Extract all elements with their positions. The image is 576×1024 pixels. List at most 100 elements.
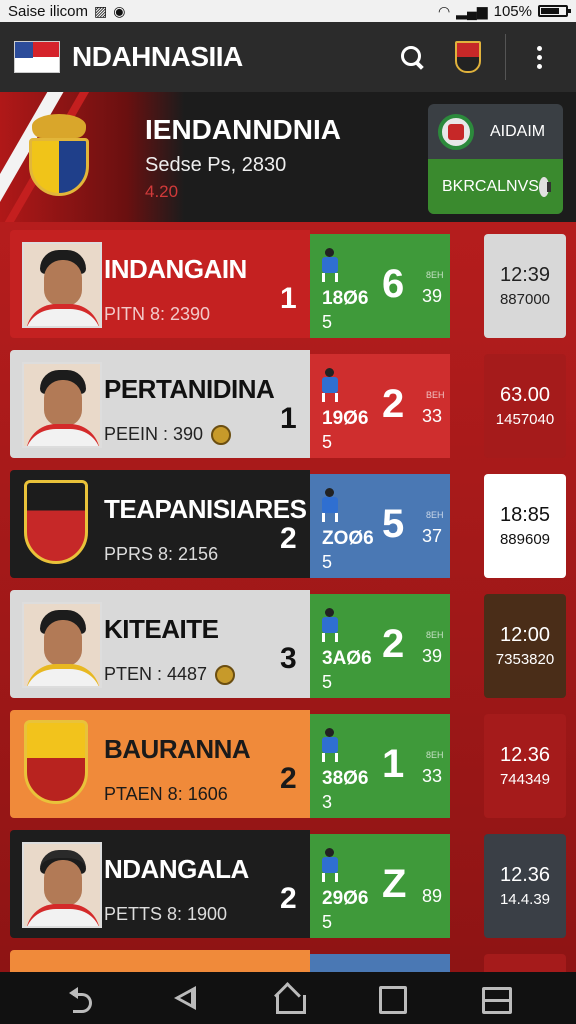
score-year-sub: 5 bbox=[322, 432, 333, 452]
time-panel[interactable] bbox=[484, 954, 566, 972]
time-panel[interactable]: 12.36 744349 bbox=[484, 714, 566, 818]
more-options-button[interactable] bbox=[516, 34, 562, 80]
signal-icon: ▂▄▆ bbox=[456, 2, 488, 19]
score-value: 1 bbox=[382, 742, 405, 786]
player-avatar bbox=[22, 242, 102, 328]
hero-card-action[interactable]: BKRCALNVS bbox=[428, 159, 563, 214]
player-avatar bbox=[22, 362, 102, 448]
player-figure-icon bbox=[318, 488, 342, 526]
battery-icon bbox=[538, 5, 571, 17]
crest-icon bbox=[455, 41, 481, 73]
team-list: INDANGAIN PITN 8: 2390 1 18Ø6 5 6 8EH 39 12:39 88… bbox=[0, 222, 576, 972]
search-button[interactable] bbox=[389, 34, 435, 80]
back-triangle-icon[interactable] bbox=[170, 983, 200, 1013]
flag-icon bbox=[14, 41, 60, 73]
score-points: 33 bbox=[422, 766, 443, 786]
score-panel[interactable]: 3AØ6 5 2 8EH 39 bbox=[310, 594, 450, 698]
match-time: 12:00 bbox=[499, 624, 551, 646]
score-tiny-label: BEH bbox=[426, 390, 445, 400]
team-rank: 3 bbox=[280, 642, 297, 675]
match-time: 63.00 bbox=[499, 384, 551, 406]
score-value: 6 bbox=[382, 262, 405, 306]
wifi-icon: ◠ bbox=[437, 2, 451, 19]
team-card[interactable]: TEAPANISIARES PPRS 8: 2156 2 ZOØ6 5 5 8EH 37 18:… bbox=[10, 470, 566, 578]
score-points: 39 bbox=[422, 646, 443, 666]
match-time-sub: 1457040 bbox=[495, 411, 555, 428]
hero-title: IENDANNDNIA bbox=[145, 114, 341, 145]
score-points: 89 bbox=[422, 886, 443, 906]
score-panel[interactable]: 29Ø6 5 Z 89 bbox=[310, 834, 450, 938]
team-points: PTAEN 8: 1606 bbox=[104, 784, 228, 805]
team-points-text: PTAEN 8: 1606 bbox=[104, 784, 228, 804]
score-panel[interactable]: ZOØ6 5 5 8EH 37 bbox=[310, 474, 450, 578]
player-figure-icon bbox=[318, 728, 342, 766]
time-panel[interactable]: 12.36 14.4.39 bbox=[484, 834, 566, 938]
player-figure-icon bbox=[318, 848, 342, 886]
score-panel[interactable] bbox=[310, 954, 450, 972]
player-figure-icon bbox=[318, 248, 342, 286]
team-points-text: PPRS 8: 2156 bbox=[104, 544, 219, 564]
time-panel[interactable]: 12:00 7353820 bbox=[484, 594, 566, 698]
club-crest-icon bbox=[24, 720, 88, 804]
team-card[interactable]: INDANGAIN PITN 8: 2390 1 18Ø6 5 6 8EH 39 12:39 88… bbox=[10, 230, 566, 338]
app-title: NDAHNASIIA bbox=[72, 41, 243, 72]
team-name: NDANGALA bbox=[104, 854, 249, 884]
time-panel[interactable]: 12:39 887000 bbox=[484, 234, 566, 338]
club-badge-icon bbox=[438, 113, 474, 150]
score-year-sub: 5 bbox=[322, 912, 333, 932]
match-time-sub: 7353820 bbox=[495, 651, 555, 668]
team-crest-button[interactable] bbox=[445, 34, 491, 80]
team-name: PERTANIDINA bbox=[104, 374, 275, 404]
carrier-label: Saise ilicom bbox=[8, 2, 89, 20]
system-nav-bar bbox=[0, 972, 576, 1024]
team-points-text: PEEIN : 390 bbox=[104, 424, 204, 444]
coin-icon bbox=[215, 665, 236, 686]
time-panel[interactable]: 18:85 889609 bbox=[484, 474, 566, 578]
team-card[interactable]: NDANGALA PETTS 8: 1900 2 29Ø6 5 Z 89 12.36 14.4.… bbox=[10, 830, 566, 938]
time-panel[interactable]: 63.00 1457040 bbox=[484, 354, 566, 458]
info-icon bbox=[538, 176, 552, 197]
score-panel[interactable]: 38Ø6 3 1 8EH 33 bbox=[310, 714, 450, 818]
more-vert-icon bbox=[536, 45, 542, 69]
hero-card-top-label: AIDAIM bbox=[490, 122, 546, 140]
match-time-sub: 744349 bbox=[499, 771, 551, 788]
score-value: Z bbox=[382, 862, 407, 906]
score-year: 3AØ6 bbox=[322, 648, 372, 669]
score-value: 5 bbox=[382, 502, 405, 546]
score-year: 19Ø6 bbox=[322, 408, 369, 429]
app-bar: NDAHNASIIA bbox=[0, 22, 576, 92]
match-time: 12.36 bbox=[499, 744, 551, 766]
score-year: 18Ø6 bbox=[322, 288, 369, 309]
team-points-text: PITN 8: 2390 bbox=[104, 304, 211, 324]
score-year-sub: 5 bbox=[322, 672, 333, 692]
team-card-partial[interactable] bbox=[10, 950, 566, 972]
team-card[interactable]: PERTANIDINA PEEIN : 390 1 19Ø6 5 2 BEH 33 63.00 1… bbox=[10, 350, 566, 458]
search-icon bbox=[401, 46, 423, 68]
team-info: INDANGAIN PITN 8: 2390 1 bbox=[10, 230, 310, 338]
status-bar: Saise ilicom ▨ ◉ ◠ ▂▄▆ 105% bbox=[0, 0, 576, 22]
team-info: NDANGALA PETTS 8: 1900 2 bbox=[10, 830, 310, 938]
score-panel[interactable]: 19Ø6 5 2 BEH 33 bbox=[310, 354, 450, 458]
match-time: 18:85 bbox=[499, 504, 551, 526]
app-notification-icon: ◉ bbox=[113, 2, 126, 19]
player-avatar bbox=[22, 602, 102, 688]
home-icon[interactable] bbox=[273, 983, 306, 1014]
team-card[interactable]: BAURANNA PTAEN 8: 1606 2 38Ø6 3 1 8EH 33 12.36 74… bbox=[10, 710, 566, 818]
player-figure-icon bbox=[318, 608, 342, 646]
score-points: 37 bbox=[422, 526, 443, 546]
hero-side-card[interactable]: AIDAIM BKRCALNVS bbox=[428, 104, 563, 214]
team-points: PPRS 8: 2156 bbox=[104, 544, 218, 565]
score-year: ZOØ6 bbox=[322, 528, 374, 549]
score-tiny-label: 8EH bbox=[426, 750, 444, 760]
score-points: 39 bbox=[422, 286, 443, 306]
split-screen-icon[interactable] bbox=[479, 983, 513, 1014]
garuda-crest-icon bbox=[26, 114, 92, 196]
back-arrow-icon[interactable] bbox=[67, 983, 97, 1013]
score-panel[interactable]: 18Ø6 5 6 8EH 39 bbox=[310, 234, 450, 338]
team-info: PERTANIDINA PEEIN : 390 1 bbox=[10, 350, 310, 458]
recent-apps-icon[interactable] bbox=[376, 983, 408, 1014]
hero-card-bottom-label: BKRCALNVS bbox=[442, 177, 539, 195]
team-card[interactable]: KITEAITE PTEN : 4487 3 3AØ6 5 2 8EH 39 12:00 7353… bbox=[10, 590, 566, 698]
score-year-sub: 5 bbox=[322, 312, 333, 332]
image-notification-icon: ▨ bbox=[94, 2, 108, 19]
